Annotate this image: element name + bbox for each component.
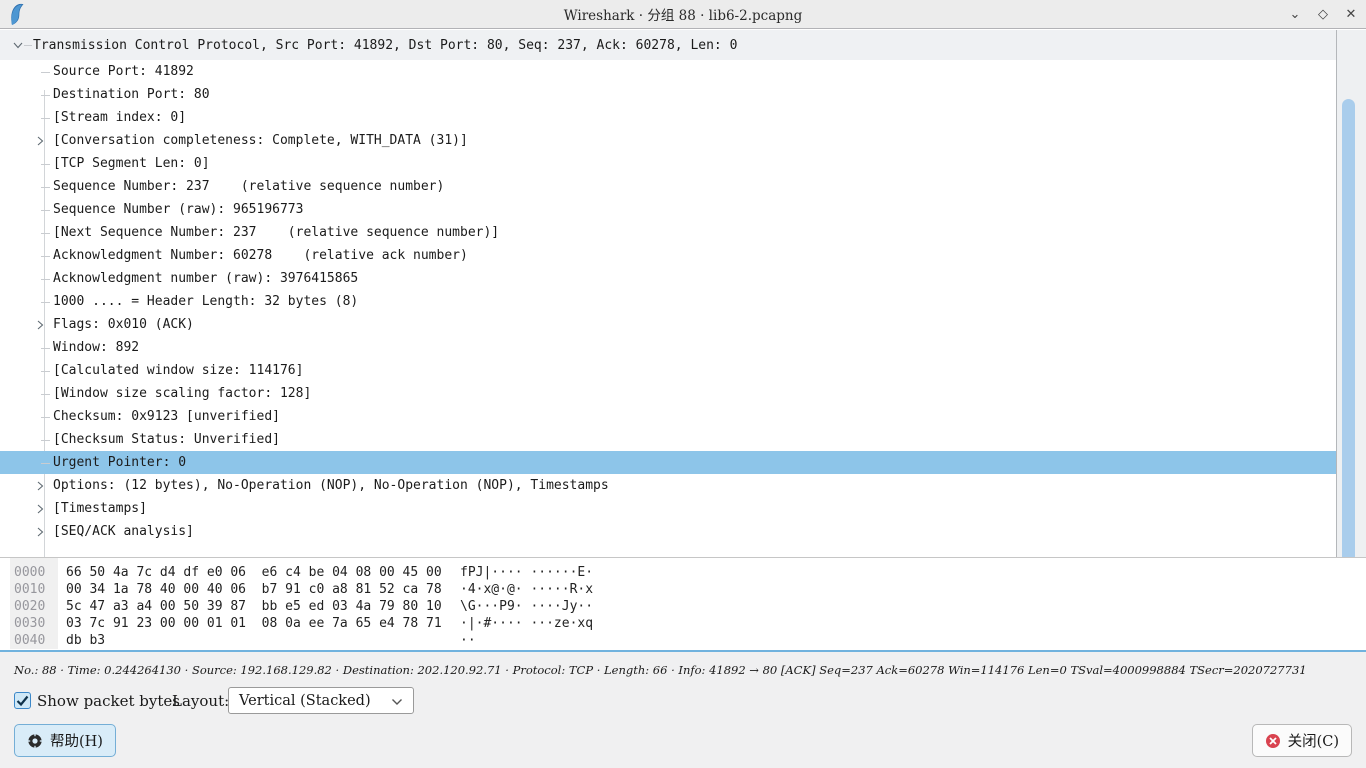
vertical-scrollbar[interactable]	[1336, 30, 1366, 557]
hex-row[interactable]: 0040 db b3 ··	[0, 633, 1366, 650]
tree-item[interactable]: [Next Sequence Number: 237 (relative seq…	[0, 221, 1336, 244]
tree-item[interactable]: Acknowledgment Number: 60278 (relative a…	[0, 244, 1336, 267]
tree-item[interactable]: Source Port: 41892	[0, 60, 1336, 83]
tree-item[interactable]: Options: (12 bytes), No-Operation (NOP),…	[0, 474, 1336, 497]
window-title: Wireshark · 分组 88 · lib6-2.pcapng	[0, 4, 1366, 24]
hex-bytes[interactable]: 66 50 4a 7c d4 df e0 06 e6 c4 be 04 08 0…	[66, 565, 442, 580]
tree-item[interactable]: [Checksum Status: Unverified]	[0, 428, 1336, 451]
help-button[interactable]: 帮助(H)	[14, 724, 116, 757]
close-button[interactable]: 关闭(C)	[1252, 724, 1352, 757]
hex-row[interactable]: 0000 66 50 4a 7c d4 df e0 06 e6 c4 be 04 …	[0, 565, 1366, 582]
tree-item[interactable]: Flags: 0x010 (ACK)	[0, 313, 1336, 336]
hex-row[interactable]: 0030 03 7c 91 23 00 00 01 01 08 0a ee 7a …	[0, 616, 1366, 633]
hex-row[interactable]: 0020 5c 47 a3 a4 00 50 39 87 bb e5 ed 03 …	[0, 599, 1366, 616]
tree-item[interactable]: [Conversation completeness: Complete, WI…	[0, 129, 1336, 152]
packet-dialog-window: Wireshark · 分组 88 · lib6-2.pcapng ⌄ ◇ ✕ …	[0, 0, 1366, 768]
help-lifebuoy-icon	[27, 733, 43, 749]
layout-dropdown-value: Vertical (Stacked)	[239, 693, 371, 709]
close-button-label: 关闭(C)	[1288, 730, 1339, 751]
dialog-footer: No.: 88 · Time: 0.244264130 · Source: 19…	[0, 652, 1366, 768]
tree-item[interactable]: [Stream index: 0]	[0, 106, 1336, 129]
wireshark-icon	[8, 3, 28, 26]
hex-offset: 0040	[14, 633, 45, 648]
tree-item[interactable]: [SEQ/ACK analysis]	[0, 520, 1336, 543]
close-red-icon	[1265, 733, 1281, 749]
packet-summary-line: No.: 88 · Time: 0.244264130 · Source: 19…	[14, 663, 1354, 677]
layout-dropdown[interactable]: Vertical (Stacked)	[228, 687, 414, 714]
tree-item[interactable]: [Calculated window size: 114176]	[0, 359, 1336, 382]
scrollbar-thumb[interactable]	[1342, 99, 1355, 563]
hex-row[interactable]: 0010 00 34 1a 78 40 00 40 06 b7 91 c0 a8 …	[0, 582, 1366, 599]
close-icon[interactable]: ✕	[1344, 7, 1358, 22]
packet-detail-tree: Transmission Control Protocol, Src Port:…	[0, 30, 1336, 557]
minimize-icon[interactable]: ⌄	[1288, 7, 1302, 22]
checkmark-icon	[16, 695, 29, 707]
tree-item[interactable]: Destination Port: 80	[0, 83, 1336, 106]
tree-item[interactable]: 1000 .... = Header Length: 32 bytes (8)	[0, 290, 1336, 313]
tree-item[interactable]: [Timestamps]	[0, 497, 1336, 520]
hex-ascii[interactable]: \G···P9· ····Jy··	[460, 599, 593, 614]
tree-item[interactable]: Checksum: 0x9123 [unverified]	[0, 405, 1336, 428]
expanded-chevron-icon[interactable]	[13, 40, 23, 50]
tree-item[interactable]: Sequence Number: 237 (relative sequence …	[0, 175, 1336, 198]
hex-bytes[interactable]: 00 34 1a 78 40 00 40 06 b7 91 c0 a8 81 5…	[66, 582, 442, 597]
hex-offset: 0030	[14, 616, 45, 631]
show-packet-bytes-checkbox[interactable]	[14, 692, 31, 709]
tree-item[interactable]: Window: 892	[0, 336, 1336, 359]
hex-bytes[interactable]: db b3	[66, 633, 105, 648]
hex-bytes[interactable]: 5c 47 a3 a4 00 50 39 87 bb e5 ed 03 4a 7…	[66, 599, 442, 614]
collapsed-chevron-icon[interactable]	[35, 527, 45, 537]
hex-ascii[interactable]: fPJ|···· ······E·	[460, 565, 593, 580]
tree-item[interactable]: [TCP Segment Len: 0]	[0, 152, 1336, 175]
hex-offset: 0000	[14, 565, 45, 580]
hex-offset: 0020	[14, 599, 45, 614]
collapsed-chevron-icon[interactable]	[35, 320, 45, 330]
packet-bytes-pane: 0000 66 50 4a 7c d4 df e0 06 e6 c4 be 04 …	[0, 557, 1366, 652]
maximize-icon[interactable]: ◇	[1316, 7, 1330, 22]
collapsed-chevron-icon[interactable]	[35, 481, 45, 491]
tree-item[interactable]: [Window size scaling factor: 128]	[0, 382, 1336, 405]
titlebar: Wireshark · 分组 88 · lib6-2.pcapng ⌄ ◇ ✕	[0, 0, 1366, 29]
hex-bytes[interactable]: 03 7c 91 23 00 00 01 01 08 0a ee 7a 65 e…	[66, 616, 442, 631]
layout-label: Layout:	[172, 692, 229, 710]
collapsed-chevron-icon[interactable]	[35, 504, 45, 514]
hex-offset: 0010	[14, 582, 45, 597]
tree-item[interactable]: Urgent Pointer: 0	[0, 451, 1336, 474]
help-button-label: 帮助(H)	[50, 730, 103, 751]
hex-ascii[interactable]: ·|·#···· ···ze·xq	[460, 616, 593, 631]
hex-ascii[interactable]: ··	[460, 633, 476, 648]
collapsed-chevron-icon[interactable]	[35, 136, 45, 146]
tree-item[interactable]: Acknowledgment number (raw): 3976415865	[0, 267, 1336, 290]
hex-ascii[interactable]: ·4·x@·@· ·····R·x	[460, 582, 593, 597]
tree-item[interactable]: Sequence Number (raw): 965196773	[0, 198, 1336, 221]
tree-item-root[interactable]: Transmission Control Protocol, Src Port:…	[0, 30, 1336, 60]
chevron-down-icon	[391, 698, 403, 706]
show-packet-bytes-label[interactable]: Show packet bytes	[37, 692, 180, 710]
